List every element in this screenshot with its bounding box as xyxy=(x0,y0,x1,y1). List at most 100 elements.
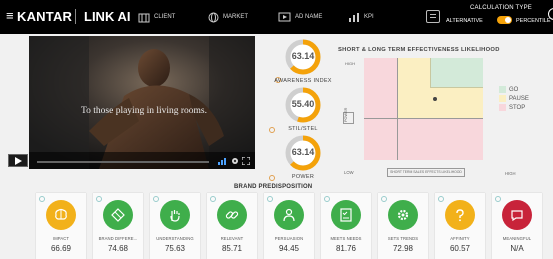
info-icon[interactable] xyxy=(153,196,159,202)
hand-icon xyxy=(160,200,190,230)
legend-item-stop: STOP xyxy=(499,103,529,112)
card-value: 74.68 xyxy=(107,244,129,253)
legend-swatch xyxy=(499,95,506,102)
matrix-divider-vertical xyxy=(397,58,398,160)
matrix-divider-horizontal xyxy=(364,118,483,119)
legend-label: PAUSE xyxy=(509,95,529,102)
calc-option-alternative[interactable]: ALTERNATIVE xyxy=(446,18,483,24)
chat-icon xyxy=(502,200,532,230)
people-icon xyxy=(274,200,304,230)
power-value: 63.14 xyxy=(291,147,315,157)
card-value: 60.57 xyxy=(449,244,471,253)
diamond-icon xyxy=(103,200,133,230)
x-axis-label: SHORT TERM SALES EFFECTS LIKELIHOOD xyxy=(387,168,465,177)
gear-icon xyxy=(388,200,418,230)
calculation-type-title: CALCULATION TYPE xyxy=(470,5,532,11)
nav-client[interactable]: CLIENT xyxy=(138,10,175,24)
video-player[interactable]: To those playing in living rooms. xyxy=(29,36,255,169)
nav-client-label: CLIENT xyxy=(154,14,176,20)
card-label: BRAND DIFFERE... xyxy=(98,236,138,241)
building-icon xyxy=(138,13,150,22)
x-axis-high-label: HIGH xyxy=(505,171,516,176)
info-icon[interactable] xyxy=(96,196,102,202)
card-label: MEETS NEEDS xyxy=(330,236,362,241)
brand-divider xyxy=(75,9,76,24)
legend-label: STOP xyxy=(509,104,526,111)
volume-icon[interactable] xyxy=(218,157,228,165)
info-icon[interactable] xyxy=(39,196,45,202)
card-value: N/A xyxy=(510,244,524,253)
card-value: 81.76 xyxy=(335,244,357,253)
legend-item-go: GO xyxy=(499,85,529,94)
legend-item-pause: PAUSE xyxy=(499,94,529,103)
y-axis-label: POWER xyxy=(343,108,354,124)
card-meaningful[interactable]: MEANINGFUL N/A xyxy=(492,193,542,259)
nav-ad-name-label: AD NAME xyxy=(295,14,323,20)
info-icon[interactable] xyxy=(210,196,216,202)
brand-logo: KANTAR xyxy=(17,9,73,24)
card-value: 72.98 xyxy=(392,244,414,253)
brand-predisposition-title: BRAND PREDISPOSITION xyxy=(234,184,313,190)
brain-icon xyxy=(46,200,76,230)
video-subtitle: To those playing in living rooms. xyxy=(81,106,207,116)
question-icon xyxy=(445,200,475,230)
nav-ad-name[interactable]: AD NAME xyxy=(278,10,322,24)
card-brand-differentiation[interactable]: BRAND DIFFERE... 74.68 xyxy=(93,193,143,259)
card-label: SETS TRENDS xyxy=(387,236,419,241)
awareness-index-value: 63.14 xyxy=(291,51,315,61)
card-value: 66.69 xyxy=(50,244,72,253)
awareness-index-label: AWARENESS INDEX xyxy=(274,78,332,84)
card-value: 85.71 xyxy=(221,244,243,253)
matrix-zone-go xyxy=(430,58,483,88)
calculation-type-toggle[interactable] xyxy=(497,16,512,24)
info-icon[interactable] xyxy=(324,196,330,202)
legend-swatch xyxy=(499,104,506,111)
calculator-icon xyxy=(426,10,440,23)
card-affinity[interactable]: AFFINITY 60.57 xyxy=(435,193,485,259)
card-impact[interactable]: IMPACT 66.69 xyxy=(36,193,86,259)
settings-gear-icon[interactable] xyxy=(231,157,239,165)
video-icon xyxy=(278,12,291,21)
info-icon[interactable] xyxy=(495,196,501,202)
info-icon[interactable] xyxy=(381,196,387,202)
card-label: UNDERSTANDING xyxy=(156,236,194,241)
card-persuasion[interactable]: PERSUASION 94.45 xyxy=(264,193,314,259)
video-frame-image xyxy=(29,36,255,169)
stil-stel-value: 55.40 xyxy=(291,99,315,109)
card-label: MEANINGFUL xyxy=(502,236,532,241)
product-name: LINK AI xyxy=(84,9,131,24)
chart-icon xyxy=(349,12,359,22)
globe-icon xyxy=(208,12,219,22)
y-axis-low-label: LOW xyxy=(344,170,354,175)
nav-market[interactable]: MARKET xyxy=(208,10,248,24)
matrix-title: SHORT & LONG TERM EFFECTIVENESS LIKELIHO… xyxy=(338,47,500,53)
card-label: RELEVANT xyxy=(220,236,244,241)
legend-swatch xyxy=(499,86,506,93)
stil-stel-label: STIL/STEL xyxy=(288,126,318,132)
power-label: POWER xyxy=(291,174,315,180)
fullscreen-icon[interactable] xyxy=(242,157,250,165)
calc-option-percentile[interactable]: PERCENTILE xyxy=(516,18,551,24)
nav-market-label: MARKET xyxy=(223,14,249,20)
user-avatar-icon[interactable] xyxy=(548,8,553,20)
info-icon[interactable] xyxy=(438,196,444,202)
legend-label: GO xyxy=(509,86,519,93)
top-bar: ≡ KANTAR LINK AI CLIENT MARKET AD NAME K… xyxy=(0,0,553,34)
nav-kpi[interactable]: KPI xyxy=(348,10,374,24)
info-icon[interactable] xyxy=(267,196,273,202)
card-sets-trends[interactable]: SETS TRENDS 72.98 xyxy=(378,193,428,259)
play-button[interactable] xyxy=(8,154,28,167)
matrix-legend: GO PAUSE STOP xyxy=(499,85,529,112)
checklist-icon xyxy=(331,200,361,230)
card-relevant[interactable]: RELEVANT 85.71 xyxy=(207,193,257,259)
card-understanding[interactable]: UNDERSTANDING 75.63 xyxy=(150,193,200,259)
hamburger-menu-icon[interactable]: ≡ xyxy=(6,9,14,22)
card-value: 75.63 xyxy=(164,244,186,253)
card-label: AFFINITY xyxy=(450,236,470,241)
link-icon xyxy=(217,200,247,230)
effectiveness-matrix xyxy=(364,58,483,160)
card-value: 94.45 xyxy=(278,244,300,253)
y-axis-high-label: HIGH xyxy=(345,61,355,66)
card-meets-needs[interactable]: MEETS NEEDS 81.76 xyxy=(321,193,371,259)
video-progress-bar[interactable] xyxy=(37,161,209,163)
